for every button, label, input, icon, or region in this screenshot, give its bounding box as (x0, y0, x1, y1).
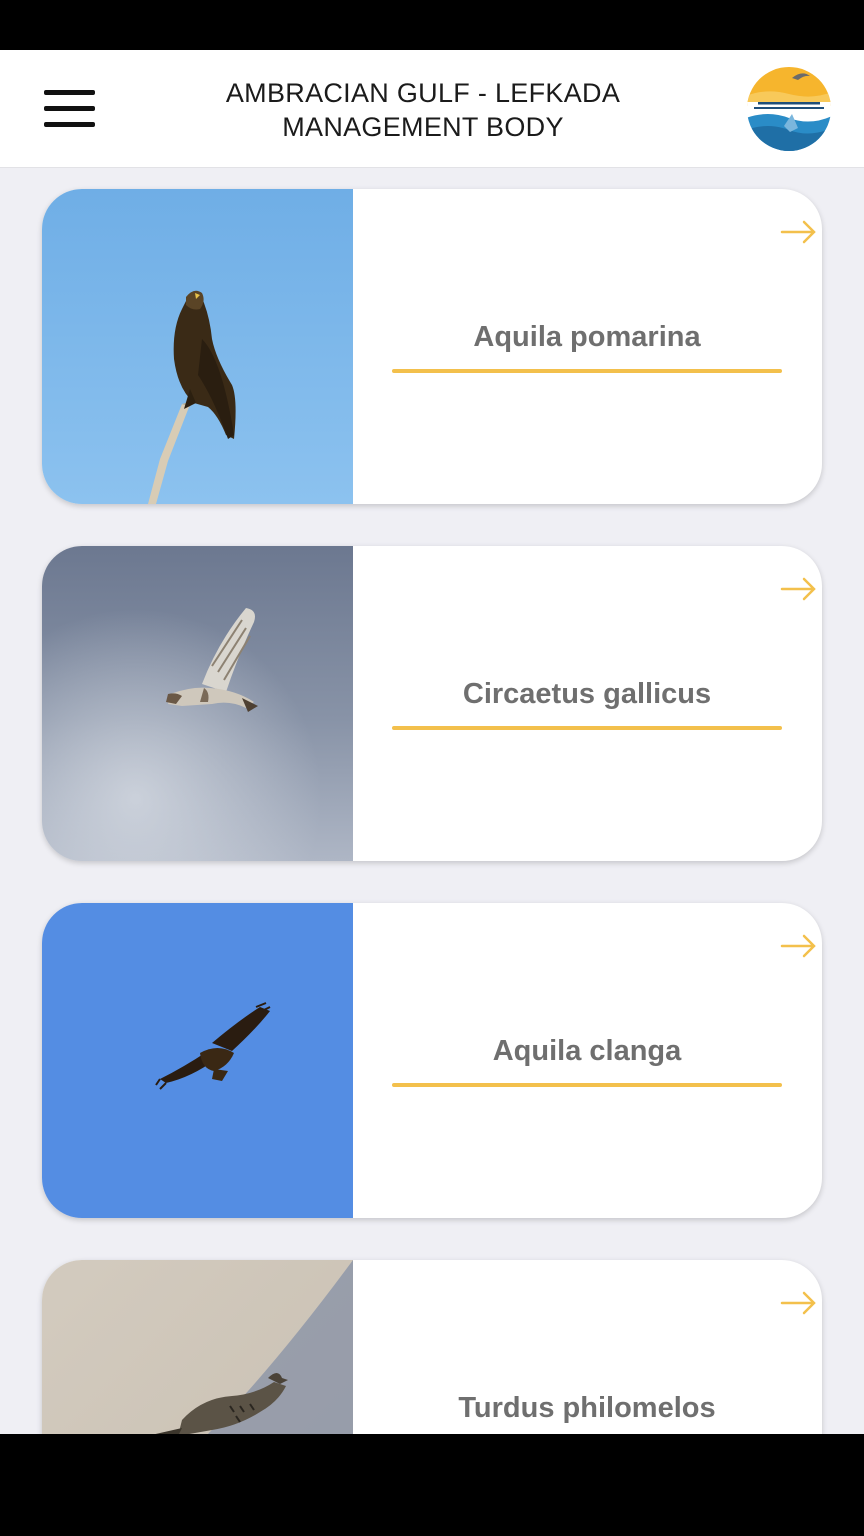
species-photo-thrush-on-ground (42, 1260, 353, 1434)
title-underline (392, 1083, 782, 1087)
species-name: Turdus philomelos (458, 1392, 716, 1424)
arrow-right-icon[interactable] (780, 217, 818, 247)
species-card[interactable]: Circaetus gallicus (42, 546, 822, 861)
title-underline (392, 726, 782, 730)
app-header: AMBRACIAN GULF - LEFKADA MANAGEMENT BODY (0, 50, 864, 168)
status-bar (0, 0, 864, 50)
species-card[interactable]: Aquila pomarina (42, 189, 822, 504)
title-line-1: AMBRACIAN GULF - LEFKADA (225, 78, 621, 108)
title-underline (392, 369, 782, 373)
species-card[interactable]: Aquila clanga (42, 903, 822, 1218)
species-name: Aquila pomarina (473, 321, 701, 353)
species-name: Aquila clanga (492, 1035, 682, 1067)
system-navigation-bar (0, 1434, 864, 1536)
management-body-logo (747, 67, 831, 151)
hamburger-menu-icon[interactable] (40, 88, 98, 130)
arrow-right-icon[interactable] (780, 574, 818, 604)
species-photo-eagle-perched (42, 189, 353, 504)
species-name: Circaetus gallicus (462, 678, 712, 710)
page-title: AMBRACIAN GULF - LEFKADA MANAGEMENT BODY (180, 76, 666, 144)
species-card[interactable]: Turdus philomelos (42, 1260, 822, 1434)
arrow-right-icon[interactable] (780, 931, 818, 961)
species-list: Aquila pomarina Circaetus gallicus Aquil… (0, 168, 864, 1434)
title-line-2: MANAGEMENT BODY (282, 112, 564, 142)
arrow-right-icon[interactable] (780, 1288, 818, 1318)
species-photo-raptor-in-flight (42, 546, 353, 861)
species-photo-eagle-soaring (42, 903, 353, 1218)
